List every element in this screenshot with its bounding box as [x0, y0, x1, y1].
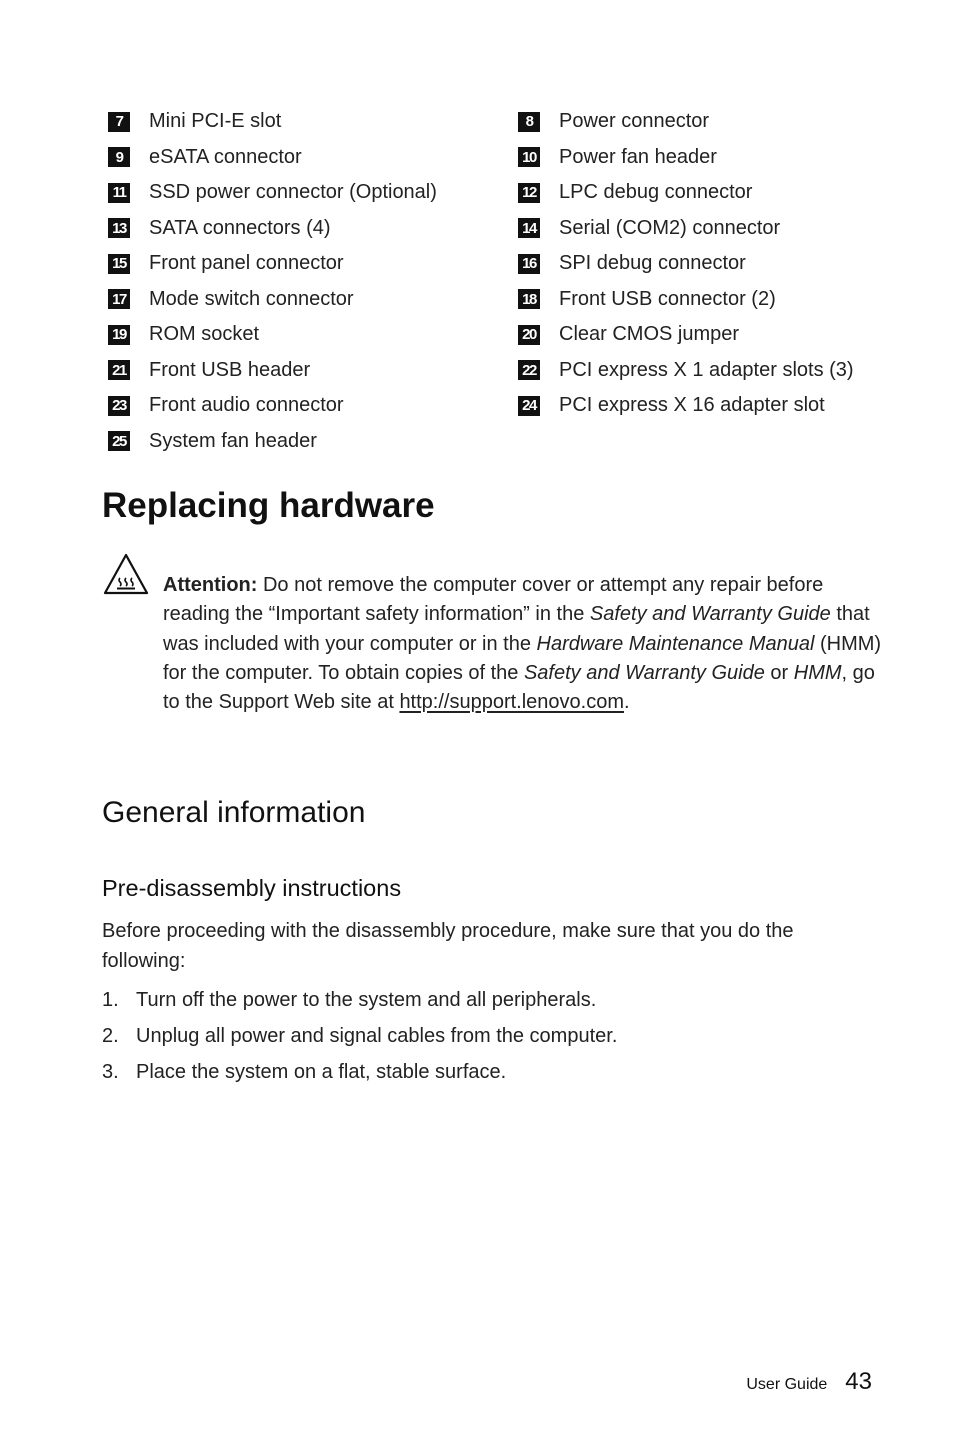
callout-badge: 21: [108, 360, 130, 381]
doc-title: Safety and Warranty Guide: [523, 661, 765, 684]
hot-surface-warning-icon: [103, 553, 149, 595]
page-number: 43: [845, 1368, 872, 1395]
legend-label: Mini PCI-E slot: [149, 110, 282, 133]
callout-badge: 16: [518, 253, 540, 274]
callout-badge: 7: [108, 111, 130, 132]
legend-item: 16 SPI debug connector: [518, 246, 898, 282]
legend-label: Front USB header: [149, 358, 311, 381]
step-item: 2. Unplug all power and signal cables fro…: [102, 1018, 862, 1054]
callout-badge: 24: [518, 395, 540, 416]
legend-item: 8 Power connector: [518, 104, 898, 140]
legend-item: 10 Power fan header: [518, 140, 898, 176]
callout-badge: 14: [518, 218, 540, 239]
step-text: Unplug all power and signal cables from …: [136, 1024, 618, 1047]
legend-label: Power fan header: [559, 145, 717, 168]
callout-badge: 11: [108, 182, 130, 203]
support-link[interactable]: http://support.lenovo.com: [399, 691, 624, 713]
legend-label: Mode switch connector: [149, 287, 354, 310]
legend-item: 22 PCI express X 1 adapter slots (3): [518, 353, 898, 389]
attention-text: Attention: Do not remove the computer co…: [163, 571, 883, 717]
legend-label: SATA connectors (4): [149, 216, 331, 239]
legend-item: 25 System fan header: [108, 424, 508, 460]
legend-right-column: 8 Power connector 10 Power fan header 12 LP…: [518, 104, 898, 424]
legend-left-column: 7 Mini PCI-E slot 9 eSATA connector 11 SSD …: [108, 104, 508, 459]
step-text: Place the system on a flat, stable surfa…: [136, 1060, 507, 1083]
legend-label: Front audio connector: [149, 394, 344, 417]
callout-badge: 15: [108, 253, 130, 274]
subsubsection-heading: Pre-disassembly instructions: [102, 875, 402, 901]
step-item: 1. Turn off the power to the system and a…: [102, 982, 862, 1018]
legend-item: 20 Clear CMOS jumper: [518, 317, 898, 353]
callout-badge: 25: [108, 431, 130, 452]
legend-label: eSATA connector: [149, 145, 302, 168]
doc-title: HMM: [793, 661, 842, 684]
legend-item: 9 eSATA connector: [108, 140, 508, 176]
footer-doc-title: User Guide: [746, 1376, 828, 1393]
callout-badge: 22: [518, 360, 540, 381]
callout-badge: 8: [518, 111, 540, 132]
section-heading: Replacing hardware: [102, 486, 435, 525]
legend-label: Clear CMOS jumper: [559, 323, 740, 346]
intro-paragraph: Before proceeding with the disassembly p…: [102, 920, 794, 972]
legend-item: 23 Front audio connector: [108, 388, 508, 424]
callout-badge: 12: [518, 182, 540, 203]
step-number: 2.: [102, 1024, 119, 1047]
legend-label: ROM socket: [149, 323, 260, 346]
callout-badge: 10: [518, 147, 540, 168]
step-item: 3. Place the system on a flat, stable sur…: [102, 1054, 862, 1090]
step-number: 1.: [102, 988, 119, 1011]
legend-label: SPI debug connector: [559, 252, 746, 275]
legend-item: 18 Front USB connector (2): [518, 282, 898, 318]
legend-label: System fan header: [149, 429, 317, 452]
legend-item: 21 Front USB header: [108, 353, 508, 389]
legend-item: 17 Mode switch connector: [108, 282, 508, 318]
callout-badge: 13: [108, 218, 130, 239]
legend-item: 14 Serial (COM2) connector: [518, 211, 898, 247]
step-number: 3.: [102, 1060, 119, 1083]
subsection-heading: General information: [102, 796, 366, 829]
legend-item: 19 ROM socket: [108, 317, 508, 353]
legend-label: Serial (COM2) connector: [559, 216, 781, 239]
callout-badge: 9: [108, 147, 130, 168]
legend-item: 24 PCI express X 16 adapter slot: [518, 388, 898, 424]
doc-title: Safety and Warranty Guide: [589, 603, 831, 626]
legend-label: SSD power connector (Optional): [149, 181, 437, 204]
text: or: [764, 661, 794, 684]
legend-item: 13 SATA connectors (4): [108, 211, 508, 247]
legend-item: 7 Mini PCI-E slot: [108, 104, 508, 140]
callout-badge: 23: [108, 395, 130, 416]
legend-label: PCI express X 1 adapter slots (3): [559, 358, 854, 381]
steps-list: 1. Turn off the power to the system and a…: [102, 982, 862, 1090]
legend-item: 12 LPC debug connector: [518, 175, 898, 211]
text: .: [624, 691, 630, 714]
legend-item: 11 SSD power connector (Optional): [108, 175, 508, 211]
legend-label: Front USB connector (2): [559, 287, 776, 310]
callout-badge: 19: [108, 324, 130, 345]
callout-badge: 17: [108, 289, 130, 310]
legend-label: Front panel connector: [149, 252, 344, 275]
attention-label: Attention:: [163, 574, 258, 596]
step-text: Turn off the power to the system and all…: [136, 988, 597, 1011]
callout-badge: 20: [518, 324, 540, 345]
legend-label: PCI express X 16 adapter slot: [559, 394, 825, 417]
legend-label: Power connector: [559, 110, 710, 133]
legend-label: LPC debug connector: [559, 181, 753, 204]
legend-item: 15 Front panel connector: [108, 246, 508, 282]
callout-badge: 18: [518, 289, 540, 310]
page-footer: User Guide 43: [746, 1368, 872, 1396]
doc-title: Hardware Maintenance Manual: [536, 632, 815, 655]
